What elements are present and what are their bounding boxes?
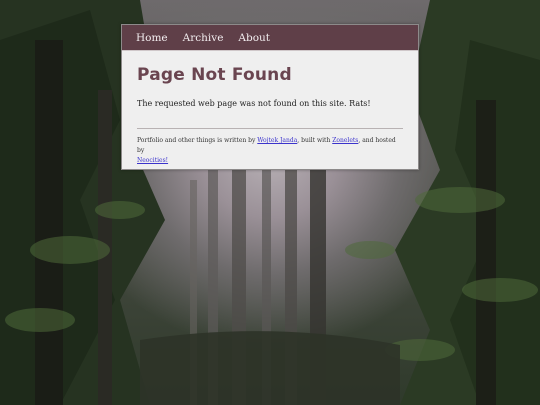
footer-text-1: Portfolio and other things is written by [137,137,258,144]
footer: Portfolio and other things is written by… [137,136,403,166]
footer-text-2: , built with [297,137,333,144]
main-content: Page Not Found The requested web page wa… [122,51,418,166]
not-found-message: The requested web page was not found on … [137,99,371,108]
page-title: Page Not Found [137,65,292,85]
top-navigation: Home Archive About [122,25,418,51]
nav-about-link[interactable]: About [238,32,270,44]
zonelets-link[interactable]: Zonelets [332,137,358,144]
neocities-link[interactable]: Neocities! [137,157,168,164]
content-card: Home Archive About Page Not Found The re… [121,24,419,170]
nav-home-link[interactable]: Home [136,32,168,44]
author-link[interactable]: Wojtek Janda [257,137,297,144]
nav-archive-link[interactable]: Archive [183,32,224,44]
footer-divider [137,128,403,129]
